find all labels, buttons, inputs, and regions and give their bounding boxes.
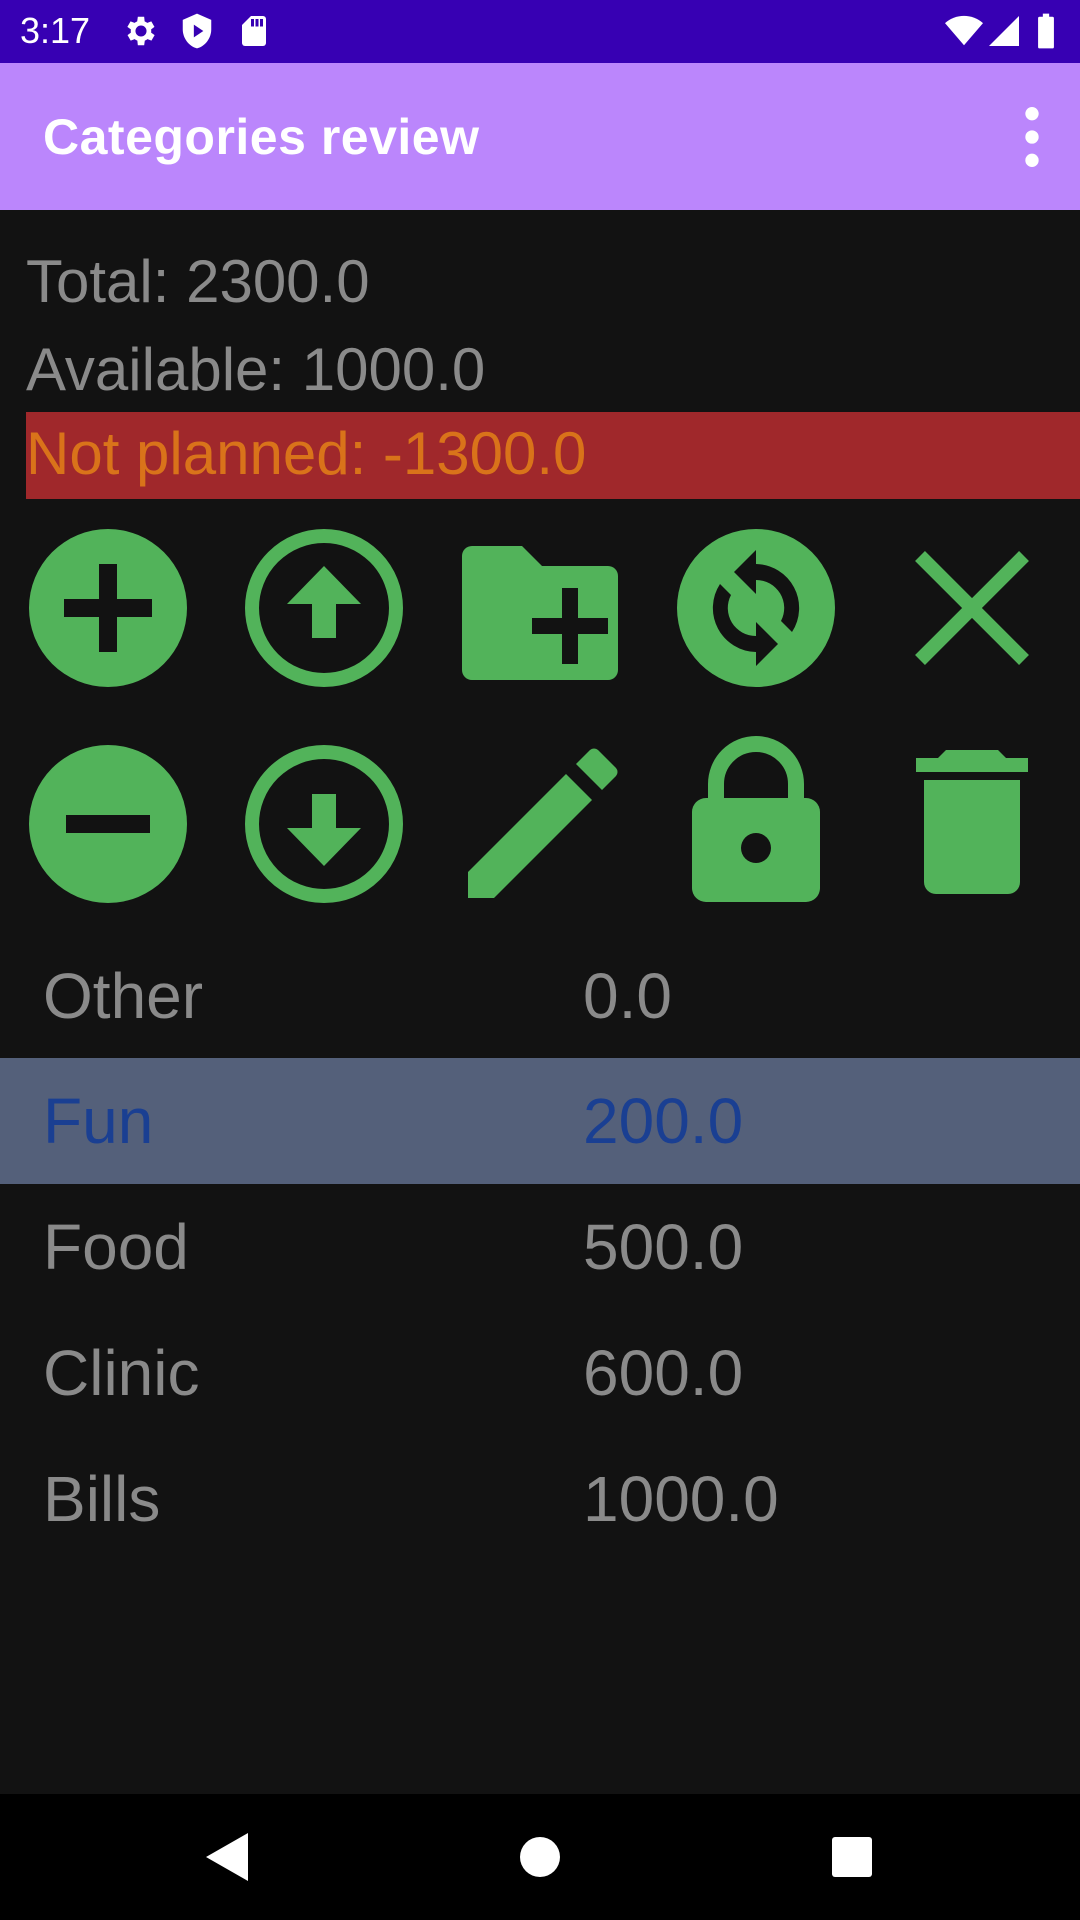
- create-folder-button[interactable]: [460, 528, 620, 688]
- category-row[interactable]: Clinic 600.0: [0, 1310, 1080, 1436]
- navigation-bar: [0, 1794, 1080, 1920]
- shield-play-icon: [178, 12, 216, 55]
- category-name: Fun: [43, 1085, 154, 1157]
- category-row[interactable]: Bills 1000.0: [0, 1436, 1080, 1562]
- recents-icon: [832, 1837, 872, 1877]
- add-circle-icon: [29, 529, 187, 687]
- wifi-icon: [944, 12, 984, 55]
- category-row[interactable]: Food 500.0: [0, 1184, 1080, 1310]
- category-value: 1000.0: [583, 1463, 779, 1535]
- page-title: Categories review: [43, 109, 480, 165]
- category-value: 500.0: [583, 1211, 744, 1283]
- more-vert-icon: [1025, 107, 1039, 167]
- add-category-button[interactable]: [28, 528, 188, 688]
- not-planned-label: Not planned: -1300.0: [26, 420, 587, 487]
- remove-circle-icon: [29, 745, 187, 903]
- lock-button[interactable]: [676, 736, 836, 902]
- home-button[interactable]: [510, 1827, 570, 1887]
- status-time: 3:17: [20, 10, 91, 51]
- lock-icon: [692, 736, 820, 902]
- close-icon: [915, 551, 1029, 665]
- available-label: Available: 1000.0: [26, 336, 486, 403]
- app-bar: Categories review: [0, 63, 1080, 210]
- move-down-button[interactable]: [244, 744, 404, 904]
- move-up-button[interactable]: [244, 528, 404, 688]
- arrow-down-circle-icon: [245, 745, 403, 903]
- category-value: 0.0: [583, 960, 672, 1032]
- category-row-selected[interactable]: Fun 200.0: [0, 1058, 1080, 1184]
- recents-button[interactable]: [822, 1827, 882, 1887]
- not-planned-banner: Not planned: -1300.0: [26, 412, 1080, 499]
- category-name: Food: [43, 1211, 189, 1283]
- category-value: 200.0: [583, 1085, 744, 1157]
- home-icon: [520, 1837, 560, 1877]
- sync-icon: [677, 529, 835, 687]
- category-row[interactable]: Other 0.0: [0, 933, 1080, 1059]
- total-label: Total: 2300.0: [26, 248, 370, 315]
- more-options-button[interactable]: [992, 97, 1072, 177]
- delete-button[interactable]: [892, 744, 1052, 904]
- sync-button[interactable]: [676, 528, 836, 688]
- close-button[interactable]: [892, 528, 1052, 688]
- arrow-up-circle-icon: [245, 529, 403, 687]
- remove-category-button[interactable]: [28, 744, 188, 904]
- back-button[interactable]: [196, 1827, 256, 1887]
- sd-card-icon: [236, 12, 272, 55]
- gear-icon: [122, 12, 160, 55]
- cell-signal-icon: [986, 12, 1022, 55]
- edit-pencil-icon: [468, 748, 618, 898]
- create-folder-icon: [462, 546, 618, 680]
- category-value: 600.0: [583, 1337, 744, 1409]
- back-icon: [206, 1833, 248, 1881]
- edit-button[interactable]: [460, 744, 620, 904]
- category-name: Bills: [43, 1463, 161, 1535]
- category-name: Clinic: [43, 1337, 200, 1409]
- status-bar: 3:17: [0, 0, 1080, 63]
- battery-icon: [1034, 12, 1058, 55]
- delete-icon: [916, 750, 1028, 894]
- category-name: Other: [43, 960, 204, 1032]
